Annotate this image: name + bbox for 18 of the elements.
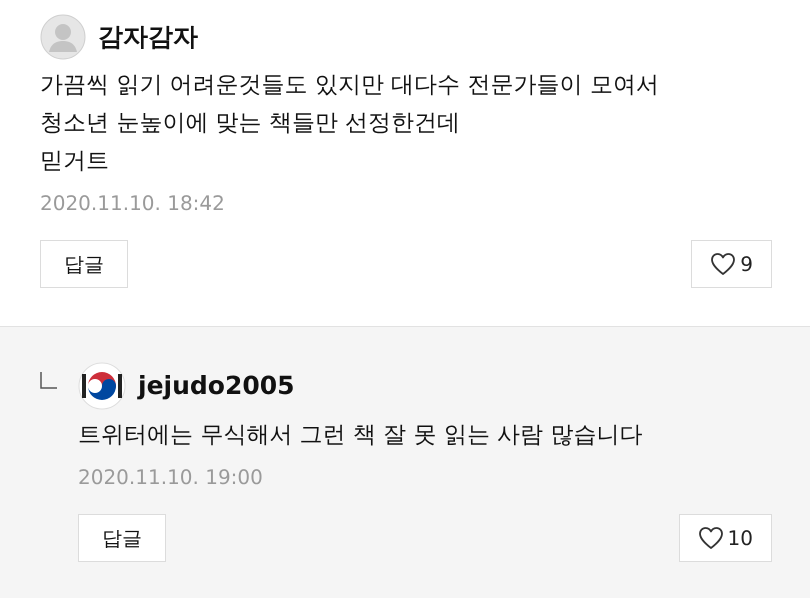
reply-button[interactable]: 답글 xyxy=(40,240,128,288)
comment-text: 가끔씩 읽기 어려운것들도 있지만 대다수 전문가들이 모여서 xyxy=(40,71,660,100)
comment-text: 트위터에는 무식해서 그런 책 잘 못 읽는 사람 많습니다 xyxy=(78,421,644,450)
like-button[interactable]: 9 xyxy=(691,240,772,288)
comment-text: 믿거트 xyxy=(40,147,110,176)
author-name: 감자감자 xyxy=(98,21,198,54)
author-name: jejudo2005 xyxy=(138,370,295,402)
comment-date: 2020.11.10. 18:42 xyxy=(40,190,226,217)
like-count: 10 xyxy=(728,525,753,552)
reply-indent-icon xyxy=(40,372,58,390)
like-count: 9 xyxy=(740,251,753,278)
avatar-icon xyxy=(40,14,86,60)
comment-date: 2020.11.10. 19:00 xyxy=(78,464,264,491)
comment-text: 청소년 눈높이에 맞는 책들만 선정한건데 xyxy=(40,109,462,138)
heart-icon xyxy=(698,526,724,550)
like-button[interactable]: 10 xyxy=(678,514,772,562)
heart-icon xyxy=(710,252,736,276)
reply-button[interactable]: 답글 xyxy=(78,514,166,562)
